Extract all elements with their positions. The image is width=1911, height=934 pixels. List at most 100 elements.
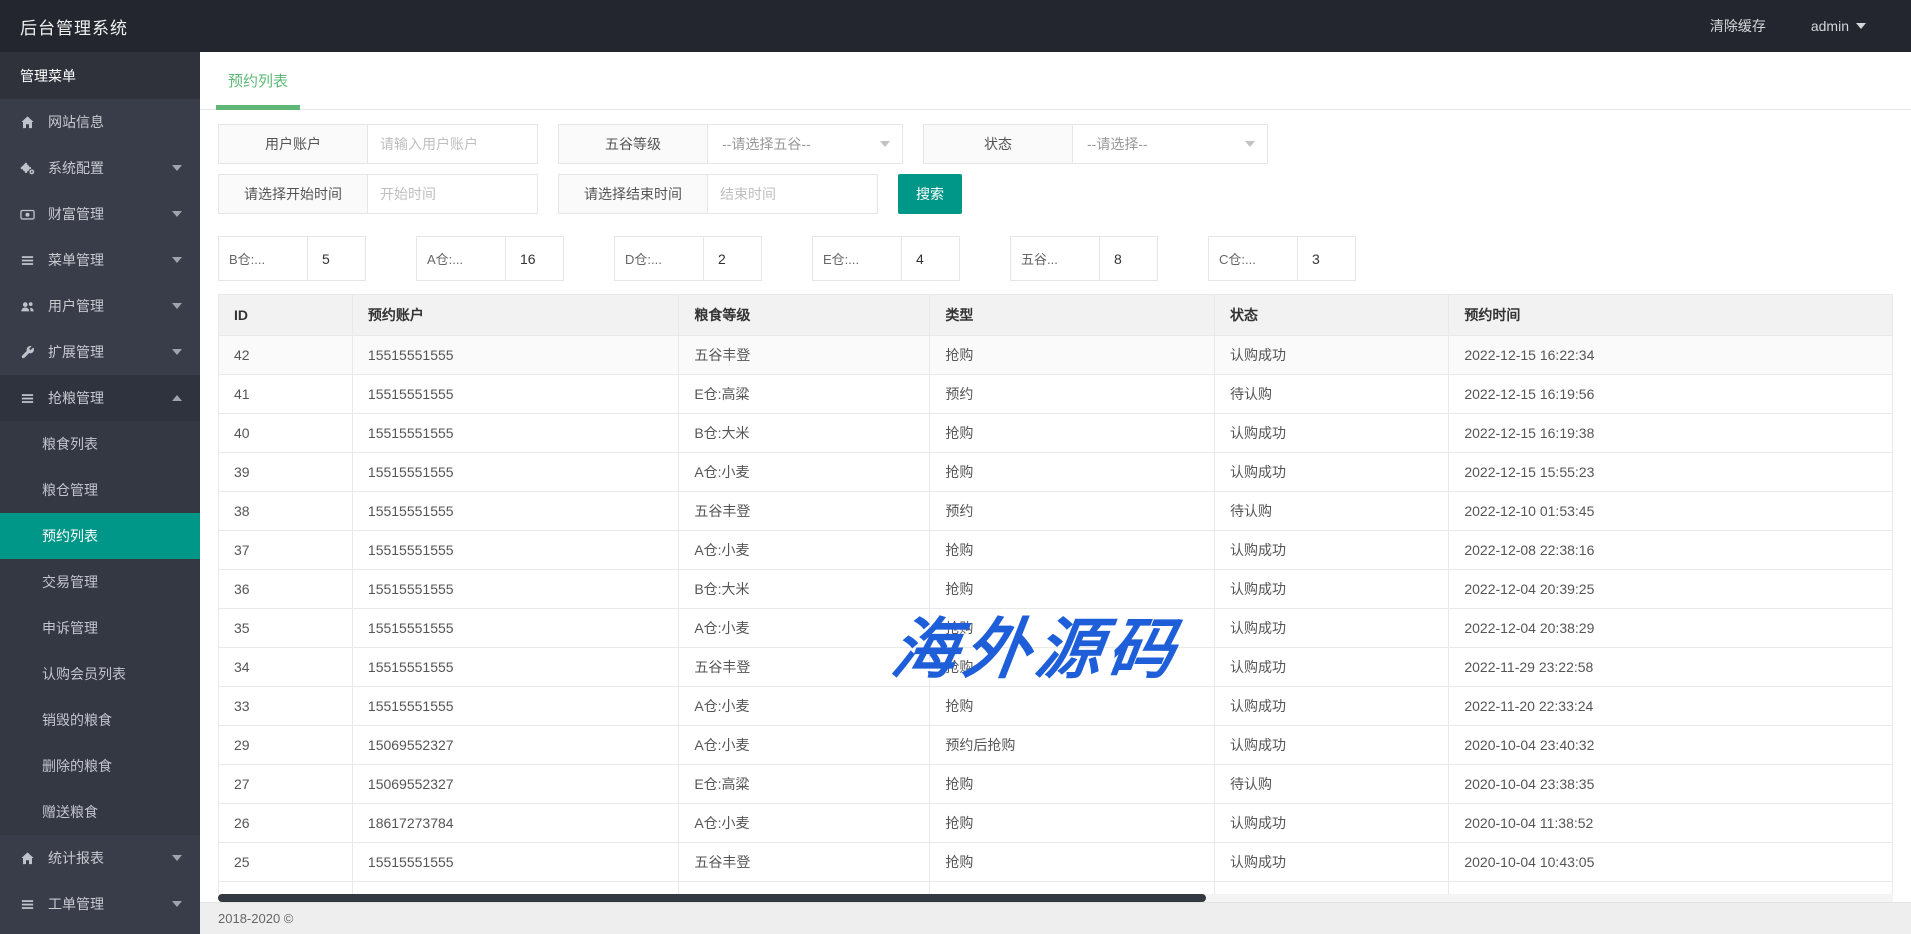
table-header-row: ID预约账户粮食等级类型状态预约时间 [219, 295, 1893, 336]
stat-box-d: D仓:... 2 [614, 236, 762, 281]
table-cell: 15515551555 [352, 453, 678, 492]
home-icon [20, 851, 44, 866]
table-row: 3615515551555B仓:大米抢购认购成功2022-12-04 20:39… [219, 570, 1893, 609]
table-cell: 36 [219, 570, 353, 609]
stat-box-c: C仓:... 3 [1208, 236, 1356, 281]
table-cell: 2020-10-04 23:40:32 [1449, 726, 1893, 765]
table-cell: 认购成功 [1215, 687, 1449, 726]
table-row: 2915069552327A仓:小麦预约后抢购认购成功2020-10-04 23… [219, 726, 1893, 765]
table-row-partial [219, 882, 1893, 895]
stat-value: 4 [902, 236, 960, 281]
table-cell: 待认购 [1215, 492, 1449, 531]
user-menu[interactable]: admin [1811, 18, 1866, 34]
sidebar-item-user-mgmt[interactable]: 用户管理 [0, 283, 200, 329]
stats-row: B仓:... 5 A仓:... 16 D仓:... 2 E仓:... 4 五谷.… [218, 236, 1893, 281]
home-icon [20, 115, 44, 130]
table-cell: 37 [219, 531, 353, 570]
stat-label: B仓:... [218, 236, 308, 281]
table-cell: 2022-12-04 20:38:29 [1449, 609, 1893, 648]
table-cell: A仓:小麦 [679, 609, 930, 648]
stat-value: 2 [704, 236, 762, 281]
sidebar-item-wealth[interactable]: 财富管理 [0, 191, 200, 237]
table-cell: 15515551555 [352, 570, 678, 609]
end-time-input-wrap [708, 174, 878, 214]
table-row: 4115515551555E仓:高粱预约待认购2022-12-15 16:19:… [219, 375, 1893, 414]
table-row: 3515515551555A仓:小麦抢购认购成功2022-12-04 20:38… [219, 609, 1893, 648]
sidebar-item-label: 工单管理 [48, 894, 104, 914]
table-cell [352, 882, 678, 895]
chevron-down-icon [880, 141, 890, 147]
sidebar-item-label: 扩展管理 [48, 342, 104, 362]
grain-level-select[interactable]: --请选择五谷-- [708, 124, 903, 164]
table-cell: 2020-10-04 11:38:52 [1449, 804, 1893, 843]
end-time-input[interactable] [708, 175, 877, 213]
table-cell: 2020-10-04 23:38:35 [1449, 765, 1893, 804]
table-cell: 39 [219, 453, 353, 492]
table-row: 4215515551555五谷丰登抢购认购成功2022-12-15 16:22:… [219, 336, 1893, 375]
table-cell: 42 [219, 336, 353, 375]
table-row: 3315515551555A仓:小麦抢购认购成功2022-11-20 22:33… [219, 687, 1893, 726]
table-cell: 五谷丰登 [679, 336, 930, 375]
filter-grain-level: 五谷等级 --请选择五谷-- [558, 124, 903, 164]
table-cell: 五谷丰登 [679, 648, 930, 687]
list-icon [20, 391, 44, 406]
sidebar-item-menu-mgmt[interactable]: 菜单管理 [0, 237, 200, 283]
scrollbar-thumb[interactable] [218, 894, 1206, 902]
sidebar-item-ticket-mgmt[interactable]: 工单管理 [0, 881, 200, 927]
sidebar-item-site-info[interactable]: 网站信息 [0, 99, 200, 145]
sidebar-item-stats-report[interactable]: 统计报表 [0, 835, 200, 881]
table-cell: 抢购 [930, 414, 1215, 453]
table-cell: A仓:小麦 [679, 531, 930, 570]
table-cell: 认购成功 [1215, 804, 1449, 843]
submenu-item-gifted-grain[interactable]: 赠送粮食 [0, 789, 200, 835]
chevron-down-icon [172, 855, 182, 861]
table-cell: 18617273784 [352, 804, 678, 843]
sidebar-item-label: 财富管理 [48, 204, 104, 224]
submenu-item-warehouse-mgmt[interactable]: 粮仓管理 [0, 467, 200, 513]
table-row: 3815515551555五谷丰登预约待认购2022-12-10 01:53:4… [219, 492, 1893, 531]
table-row: 3915515551555A仓:小麦抢购认购成功2022-12-15 15:55… [219, 453, 1893, 492]
submenu-item-appeal-mgmt[interactable]: 申诉管理 [0, 605, 200, 651]
stat-label: E仓:... [812, 236, 902, 281]
stat-label: 五谷... [1010, 236, 1100, 281]
table-cell: 认购成功 [1215, 609, 1449, 648]
sidebar-item-extension-mgmt[interactable]: 扩展管理 [0, 329, 200, 375]
table-cell [679, 882, 930, 895]
user-account-input[interactable] [368, 125, 537, 163]
start-time-input[interactable] [368, 175, 537, 213]
submenu-item-destroyed-grain[interactable]: 销毁的粮食 [0, 697, 200, 743]
submenu-item-deleted-grain[interactable]: 删除的粮食 [0, 743, 200, 789]
filter-start-time: 请选择开始时间 [218, 174, 538, 214]
grain-submenu: 粮食列表 粮仓管理 预约列表 交易管理 申诉管理 认购会员列表 销毁的粮食 删除… [0, 421, 200, 835]
submenu-item-reservation-list[interactable]: 预约列表 [0, 513, 200, 559]
table-cell: 预约后抢购 [930, 726, 1215, 765]
submenu-item-subscriber-list[interactable]: 认购会员列表 [0, 651, 200, 697]
table-cell: 抢购 [930, 804, 1215, 843]
status-label: 状态 [923, 124, 1073, 164]
table-cell: 2022-12-10 01:53:45 [1449, 492, 1893, 531]
sidebar-item-grain-mgmt[interactable]: 抢粮管理 [0, 375, 200, 421]
table-row: 2715069552327E仓:高粱抢购待认购2020-10-04 23:38:… [219, 765, 1893, 804]
search-button[interactable]: 搜索 [898, 174, 962, 214]
table-cell [1449, 882, 1893, 895]
table-cell: E仓:高粱 [679, 375, 930, 414]
table-cell: 15515551555 [352, 414, 678, 453]
stat-box-e: E仓:... 4 [812, 236, 960, 281]
clear-cache-button[interactable]: 清除缓存 [1710, 16, 1766, 36]
submenu-item-trade-mgmt[interactable]: 交易管理 [0, 559, 200, 605]
table-cell: 34 [219, 648, 353, 687]
sidebar-item-system-config[interactable]: 系统配置 [0, 145, 200, 191]
start-time-input-wrap [368, 174, 538, 214]
filter-status: 状态 --请选择-- [923, 124, 1268, 164]
status-select[interactable]: --请选择-- [1073, 124, 1268, 164]
table-cell: 认购成功 [1215, 414, 1449, 453]
stat-label: C仓:... [1208, 236, 1298, 281]
chevron-down-icon [172, 349, 182, 355]
submenu-item-grain-list[interactable]: 粮食列表 [0, 421, 200, 467]
tab-reservation-list[interactable]: 预约列表 [216, 52, 300, 109]
horizontal-scrollbar[interactable] [218, 894, 1893, 902]
table-cell: 2022-12-15 16:19:56 [1449, 375, 1893, 414]
chevron-down-icon [172, 303, 182, 309]
table-cell: 认购成功 [1215, 570, 1449, 609]
user-account-input-wrap [368, 124, 538, 164]
